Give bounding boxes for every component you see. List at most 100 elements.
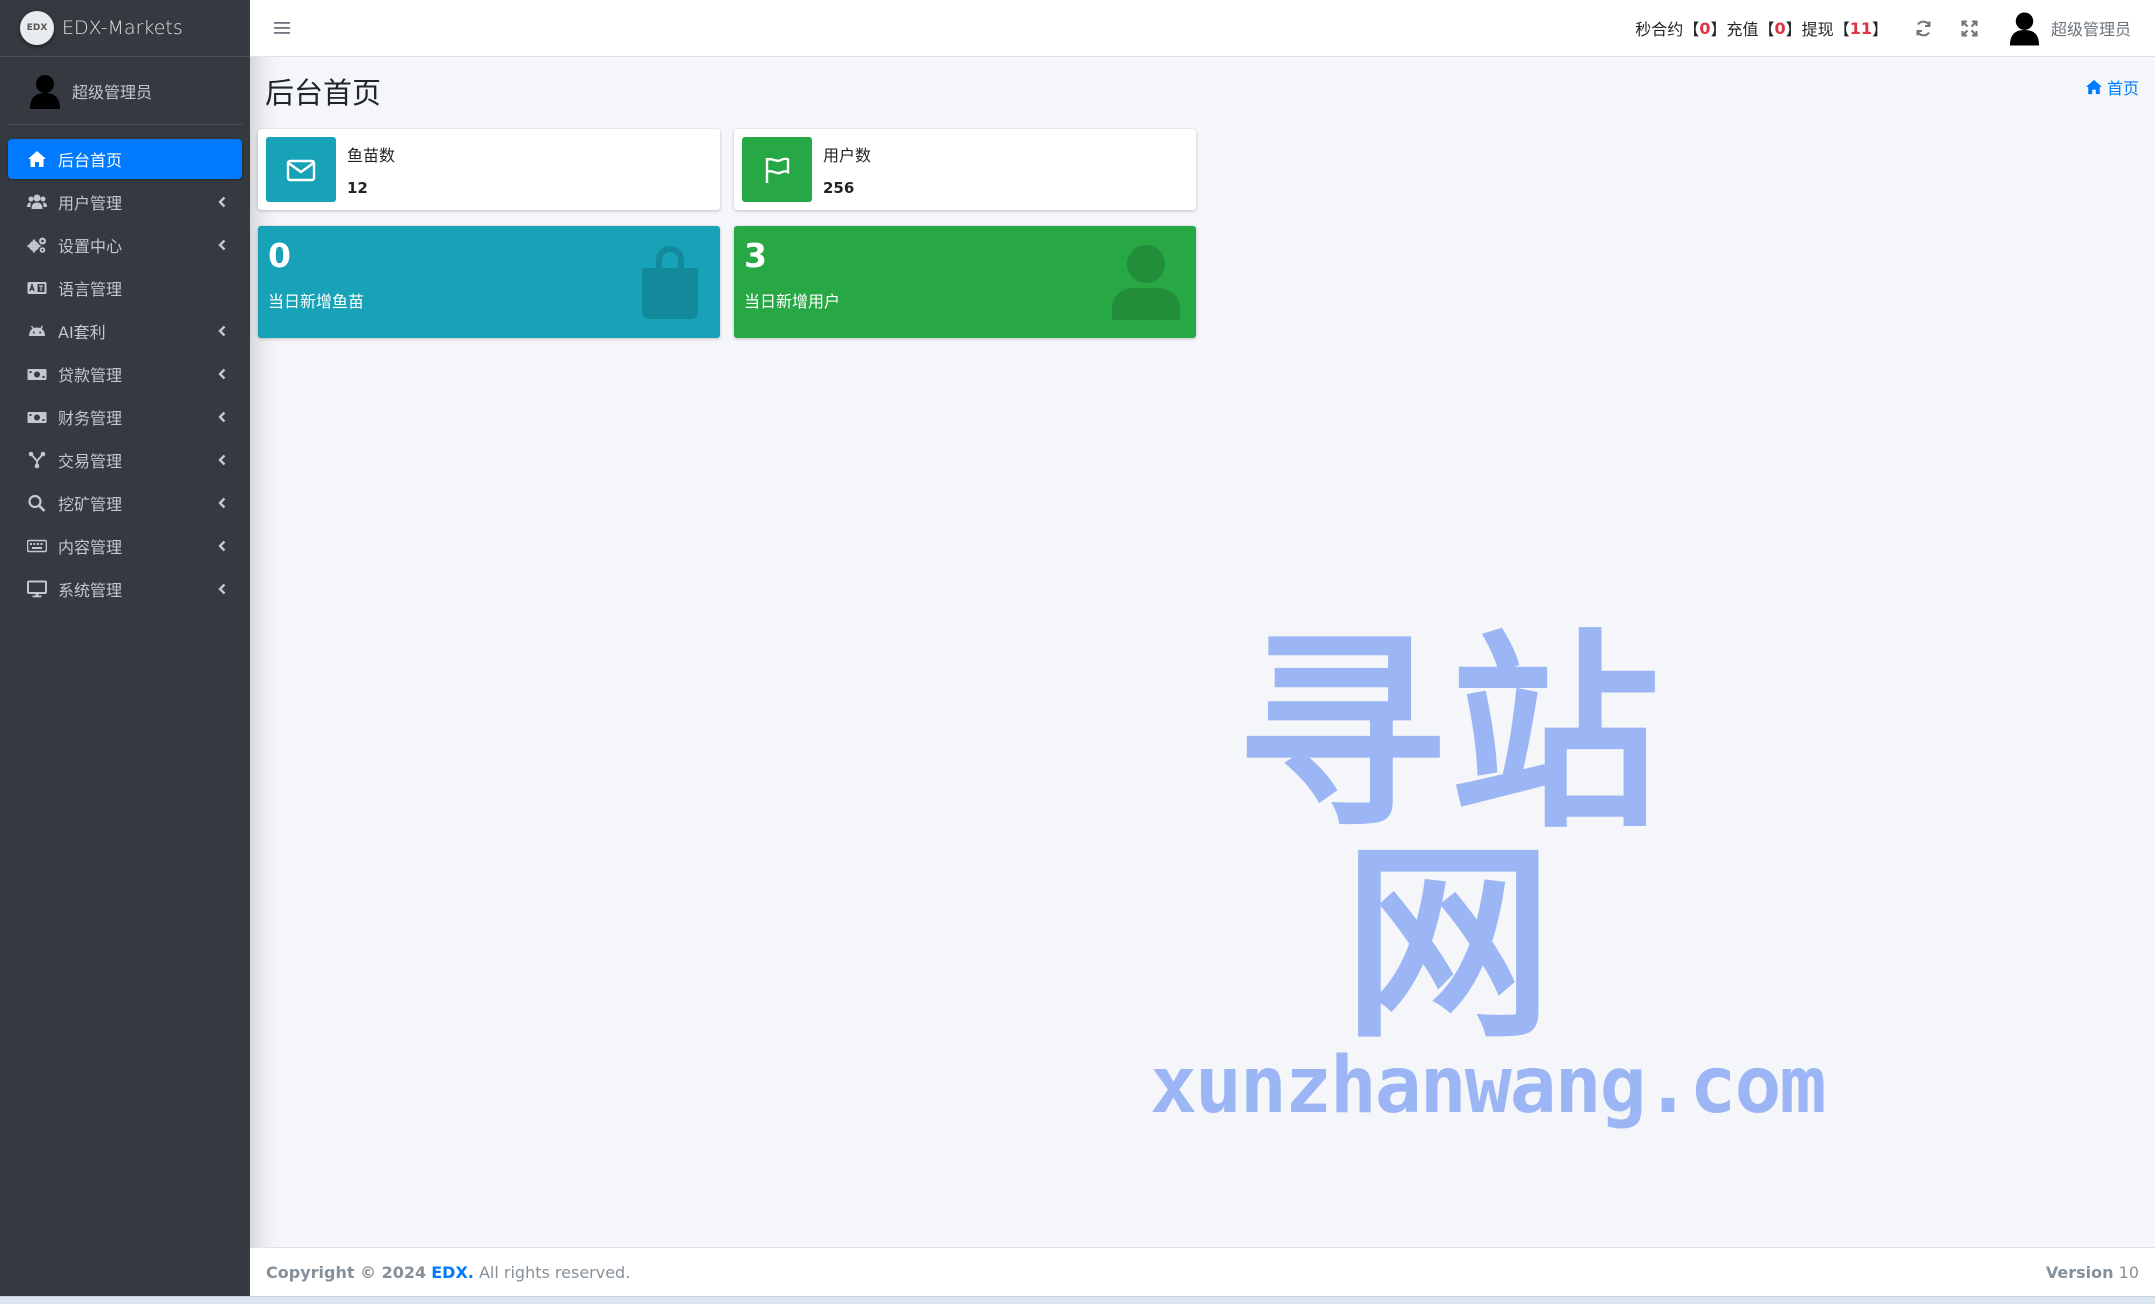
sidebar-item-system[interactable]: 系统管理 [8,569,242,609]
money-icon [26,364,48,384]
info-box-label: 鱼苗数 [347,146,396,165]
sidebar-item-mining[interactable]: 挖矿管理 [8,483,242,523]
version: Version 10 [2046,1263,2139,1282]
avatar [2009,12,2040,46]
stat-value-contract: 0 [1699,18,1711,38]
chevron-left-icon [216,453,228,467]
user-icon [1110,244,1182,320]
small-box-label: 当日新增鱼苗 [268,292,365,311]
sidebar-item-label: 内容管理 [58,538,123,557]
home-icon [2085,79,2102,95]
sidebar-user-name: 超级管理员 [72,82,153,102]
footer: Copyright © 2024 EDX. All rights reserve… [250,1247,2155,1296]
fullscreen-button[interactable] [1960,18,1980,38]
top-navbar: 秒合约 【 0 】 充值 【 0 】 提现 【 11 】 超级管理员 [250,0,2155,57]
stat-value-deposit: 0 [1774,18,1786,38]
expand-icon [1961,20,1978,36]
sidebar-item-label: 财务管理 [58,409,123,428]
desktop-icon [26,579,48,599]
refresh-button[interactable] [1914,18,1934,38]
refresh-icon [1916,20,1931,36]
small-box-value: 0 [268,236,291,275]
small-box-label: 当日新增用户 [744,292,841,311]
info-box-label: 用户数 [823,146,872,165]
pending-stats[interactable]: 秒合约 【 0 】 充值 【 0 】 提现 【 11 】 [1635,16,1888,40]
breadcrumb-home[interactable]: 首页 [2085,75,2139,99]
chevron-left-icon [216,410,228,424]
sidebar-item-settings[interactable]: 设置中心 [8,225,242,265]
info-box-value: 12 [347,179,368,197]
info-box-user-count: 用户数 256 [734,129,1196,210]
search-icon [26,493,48,513]
bracket-close: 】 [1710,20,1727,39]
info-box-fry-count: 鱼苗数 12 [258,129,720,210]
watermark-en: xunzhanwang.com [1150,1041,1826,1131]
envelope-icon [286,159,316,181]
bracket-open: 【 [1833,20,1850,39]
language-icon [26,278,48,298]
watermark-cn: 寻站网 [1235,612,1664,1067]
brand-name: EDX-Markets [62,17,183,39]
network-icon [26,450,48,470]
chevron-left-icon [216,324,228,338]
sidebar-item-label: 系统管理 [58,581,123,600]
menu-toggle-button[interactable] [272,18,292,38]
sidebar-item-loans[interactable]: 贷款管理 [8,354,242,394]
sidebar-item-content[interactable]: 内容管理 [8,526,242,566]
sidebar-item-label: 贷款管理 [58,366,123,385]
chevron-left-icon [216,582,228,596]
copyright: Copyright © 2024 EDX. All rights reserve… [266,1263,630,1282]
user-panel[interactable]: 超级管理员 [8,57,242,125]
sidebar-item-label: 语言管理 [58,280,123,299]
stat-label-deposit: 充值 [1726,20,1759,39]
home-icon [26,149,48,169]
user-menu[interactable]: 超级管理员 [2008,10,2131,46]
footer-brand-link[interactable]: EDX. [431,1263,474,1282]
navbar-right: 秒合约 【 0 】 充值 【 0 】 提现 【 11 】 超级管理员 [1635,10,2155,46]
sidebar-item-ai-arbitrage[interactable]: AI套利 [8,311,242,351]
version-value: 10 [2118,1262,2139,1282]
sidebar-item-home[interactable]: 后台首页 [8,139,242,179]
sidebar-item-label: AI套利 [58,323,106,342]
cogs-icon [26,235,48,255]
android-icon [26,321,48,341]
chevron-left-icon [216,539,228,553]
sidebar: EDX EDX-Markets 超级管理员 后台首页 用户管理 设置中心 语言管… [0,0,250,1296]
small-box-value: 3 [744,236,767,275]
stat-label-contract: 秒合约 [1635,20,1684,39]
info-box-icon [742,137,812,202]
sidebar-item-trading[interactable]: 交易管理 [8,440,242,480]
sidebar-item-finance[interactable]: 财务管理 [8,397,242,437]
chevron-left-icon [216,496,228,510]
sidebar-item-label: 交易管理 [58,452,123,471]
small-box-new-users-today: 3 当日新增用户 [734,226,1196,338]
bottom-strip [0,1296,2155,1304]
small-box-new-fry-today: 0 当日新增鱼苗 [258,226,720,338]
bracket-open: 【 [1758,20,1775,39]
keyboard-icon [26,536,48,556]
stat-label-withdraw: 提现 [1801,20,1834,39]
sidebar-item-label: 挖矿管理 [58,495,123,514]
breadcrumb-label: 首页 [2106,79,2139,98]
hamburger-icon [274,22,290,34]
watermark: 寻站网 xunzhanwang.com [1150,612,1826,1131]
users-icon [26,192,48,212]
sidebar-item-label: 设置中心 [58,237,123,256]
sidebar-item-language[interactable]: 语言管理 [8,268,242,308]
chevron-left-icon [216,238,228,252]
version-label: Version [2045,1262,2114,1282]
navbar-user-name: 超级管理员 [2050,20,2131,39]
sidebar-item-label: 用户管理 [58,194,123,213]
brand-link[interactable]: EDX EDX-Markets [0,0,250,57]
bracket-open: 【 [1683,20,1700,39]
bracket-close: 】 [1871,20,1888,39]
brand-logo: EDX [20,11,54,45]
bracket-close: 】 [1785,20,1802,39]
sidebar-item-users[interactable]: 用户管理 [8,182,242,222]
page-title: 后台首页 [265,76,382,110]
sidebar-nav: 后台首页 用户管理 设置中心 语言管理 AI套利 贷款管理 财务管理 交易管理 … [0,125,250,609]
chevron-left-icon [216,367,228,381]
flag-icon [765,157,790,183]
chevron-left-icon [216,195,228,209]
sidebar-item-label: 后台首页 [58,151,123,170]
